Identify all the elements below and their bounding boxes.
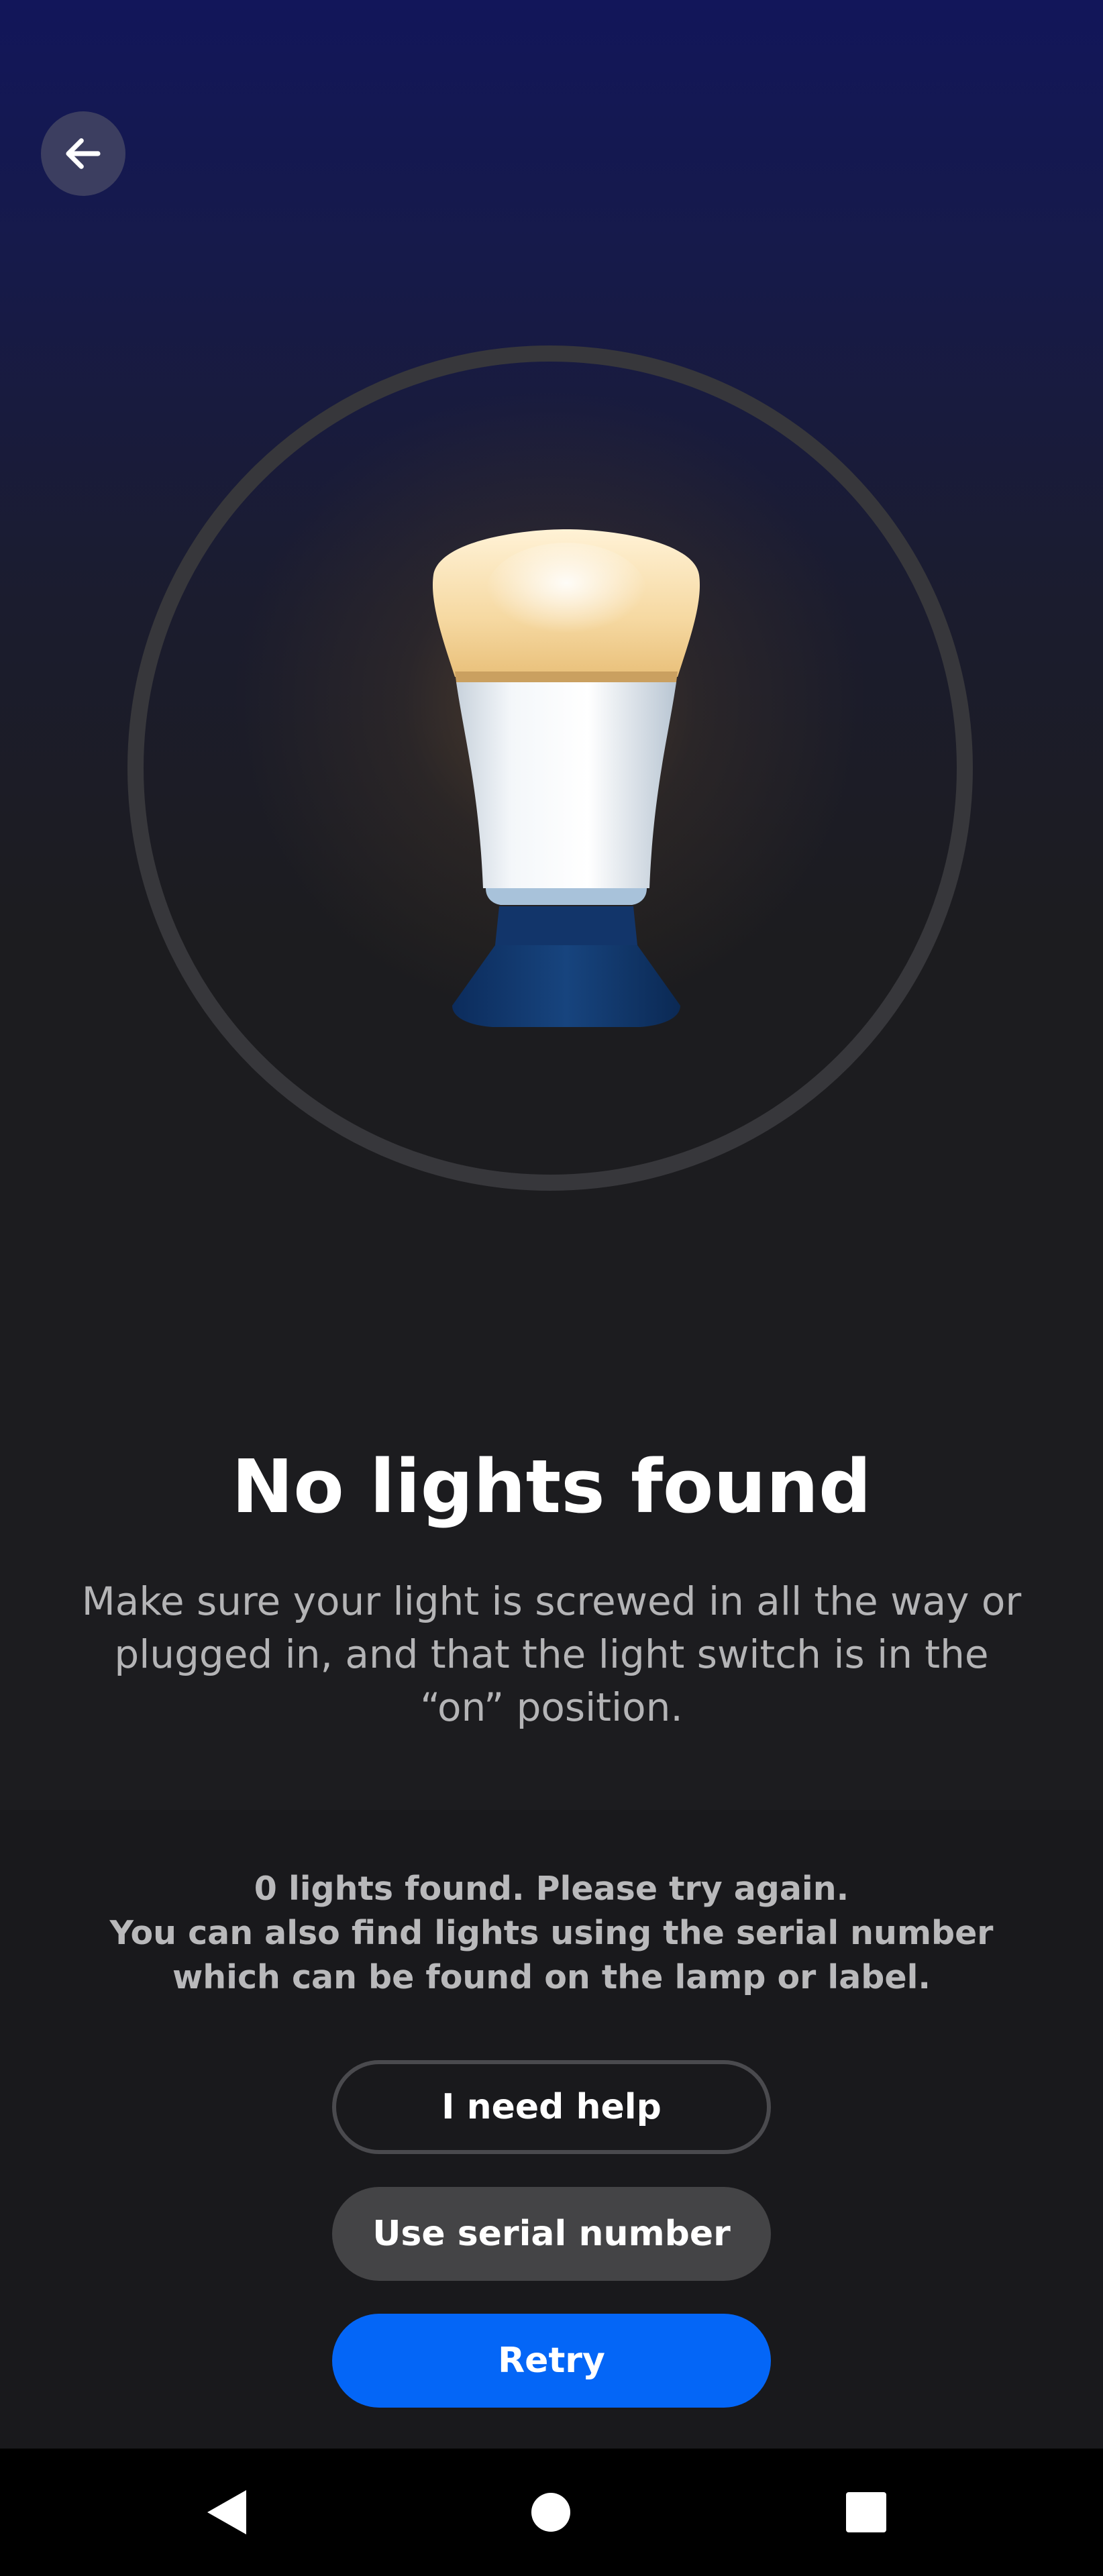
page-title: No lights found — [231, 1444, 872, 1529]
hero-illustration — [127, 345, 973, 1191]
back-button[interactable] — [41, 111, 125, 196]
system-back-button[interactable] — [160, 2449, 294, 2576]
retry-button[interactable]: Retry — [332, 2314, 771, 2408]
system-navigation-bar — [0, 2449, 1103, 2576]
instructions-text: Make sure your light is screwed in all t… — [81, 1578, 1022, 1730]
screen: No lights found Make sure your light is … — [0, 0, 1103, 2576]
circle-home-icon — [531, 2493, 570, 2532]
system-recents-button[interactable] — [799, 2449, 933, 2576]
light-bulb-illustration — [432, 529, 700, 1027]
status-message: 0 lights found. Please try again. You ca… — [60, 1867, 1043, 2000]
system-home-button[interactable] — [484, 2449, 618, 2576]
need-help-button[interactable]: I need help — [332, 2060, 771, 2154]
arrow-left-icon — [66, 138, 101, 169]
square-recents-icon — [846, 2492, 886, 2532]
status-line: You can also find lights using the seria… — [109, 1914, 994, 1996]
use-serial-number-button[interactable]: Use serial number — [332, 2187, 771, 2281]
status-line: 0 lights found. Please try again. — [254, 1870, 849, 1908]
triangle-back-icon — [207, 2490, 246, 2534]
